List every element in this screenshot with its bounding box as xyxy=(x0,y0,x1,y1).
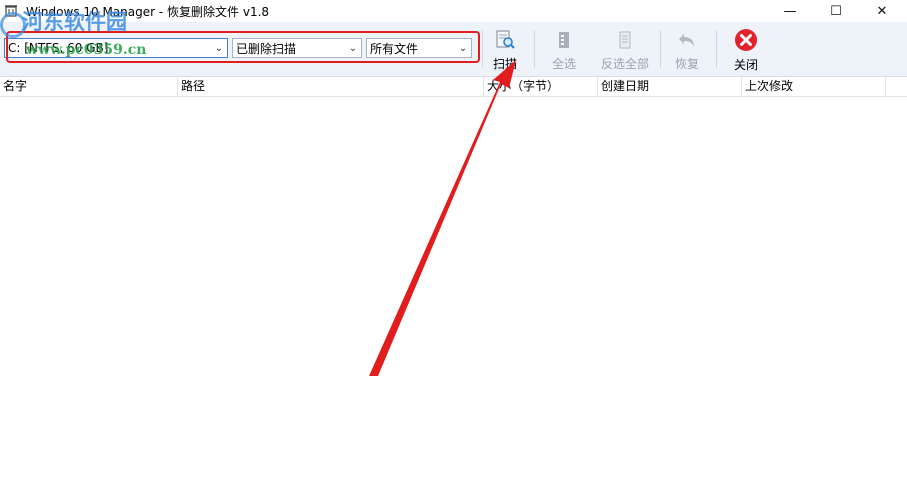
restore-button[interactable]: 恢复 xyxy=(668,26,706,72)
minimize-button[interactable]: — xyxy=(767,0,813,22)
column-header-name[interactable]: 名字 xyxy=(0,77,178,96)
invert-selection-icon xyxy=(613,28,637,51)
restore-icon xyxy=(675,28,699,51)
column-header-path[interactable]: 路径 xyxy=(178,77,484,96)
select-all-button[interactable]: 全选 xyxy=(546,26,582,72)
select-all-icon xyxy=(552,28,576,51)
toolbar-divider xyxy=(660,30,661,68)
column-header-modified[interactable]: 上次修改 xyxy=(742,77,886,96)
file-list-header: 名字 路径 大小（字节） 创建日期 上次修改 xyxy=(0,77,907,97)
maximize-button[interactable]: ☐ xyxy=(813,0,859,22)
scan-label: 扫描 xyxy=(492,57,517,71)
file-list[interactable] xyxy=(0,97,907,499)
scan-button[interactable]: 扫描 xyxy=(488,26,522,72)
watermark-brand: 河东软件园 xyxy=(22,9,127,34)
close-button[interactable]: 关闭 xyxy=(727,26,765,72)
watermark-url: www.pc0359.cn xyxy=(26,42,147,58)
restore-label: 恢复 xyxy=(674,57,699,71)
toolbar-divider xyxy=(716,30,717,68)
invert-selection-button[interactable]: 反选全部 xyxy=(594,26,656,72)
close-window-button[interactable]: ✕ xyxy=(859,0,905,22)
column-header-size[interactable]: 大小（字节） xyxy=(484,77,598,96)
close-label: 关闭 xyxy=(733,58,758,72)
scan-icon xyxy=(493,28,517,51)
invert-selection-label: 反选全部 xyxy=(600,57,649,71)
toolbar-divider xyxy=(534,30,535,68)
select-all-label: 全选 xyxy=(551,57,576,71)
column-header-created[interactable]: 创建日期 xyxy=(598,77,742,96)
toolbar-divider xyxy=(482,30,483,68)
title-bar: Windows 10 Manager - 恢复删除文件 v1.8 — ☐ ✕ xyxy=(0,0,907,22)
close-circle-icon xyxy=(734,28,758,52)
